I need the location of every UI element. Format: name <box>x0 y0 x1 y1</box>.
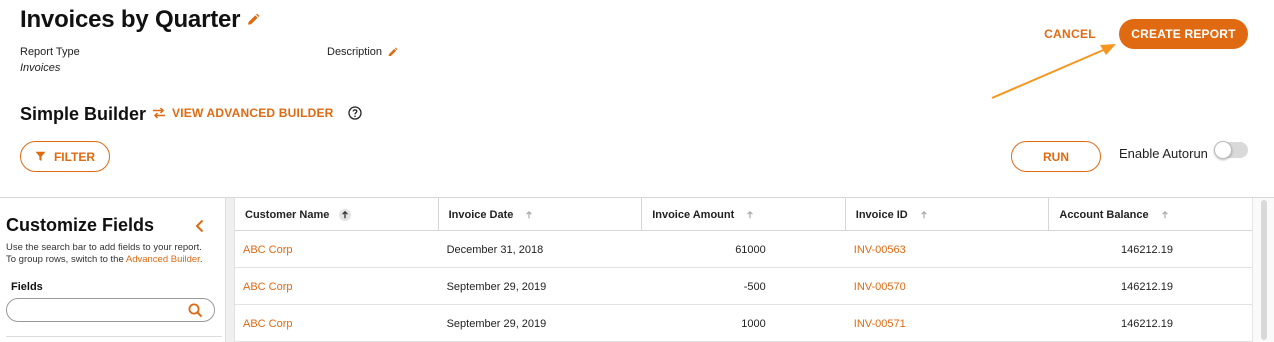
page-title: Invoices by Quarter <box>20 6 241 33</box>
help-text-line-1: Use the search bar to add fields to your… <box>6 242 202 253</box>
account-balance-cell: 146212.19 <box>1120 243 1173 256</box>
customer-name-link[interactable]: ABC Corp <box>235 268 439 305</box>
edit-title-pencil-icon[interactable] <box>246 13 260 27</box>
customize-fields-title: Customize Fields <box>6 215 155 235</box>
account-balance-cell: 146212.19 <box>1120 317 1173 330</box>
swap-arrows-icon <box>152 107 166 119</box>
sort-up-icon[interactable] <box>1159 209 1171 221</box>
column-header-label: Customer Name <box>245 208 330 221</box>
panel-gutter <box>226 198 234 342</box>
table-row: ABC Corp September 29, 2019 -500 INV-005… <box>235 268 1253 305</box>
report-table: Customer Name Invoice Date Invoice Amoun… <box>234 198 1253 342</box>
advanced-builder-link[interactable]: Advanced Builder <box>126 254 200 265</box>
account-balance-cell: 146212.19 <box>1120 280 1173 293</box>
annotation-arrow-icon <box>991 44 1116 99</box>
help-text-period: . <box>199 254 203 265</box>
funnel-icon <box>35 151 46 162</box>
fields-search-input[interactable] <box>17 302 177 318</box>
panel-bottom-divider <box>6 336 222 342</box>
filter-label: FILTER <box>53 149 96 164</box>
column-header-invoice-amount[interactable]: Invoice Amount <box>642 198 846 231</box>
toggle-knob <box>1214 141 1232 159</box>
help-text-line-2: To group rows, switch to the <box>6 254 126 265</box>
fields-label: Fields <box>11 281 43 293</box>
report-type-label: Report Type <box>20 46 80 58</box>
enable-autorun-label: Enable Autorun <box>1119 146 1208 161</box>
column-header-label: Invoice Amount <box>652 208 735 221</box>
column-header-invoice-date[interactable]: Invoice Date <box>439 198 643 231</box>
customize-fields-help: Use the search bar to add fields to your… <box>6 242 221 266</box>
enable-autorun-toggle[interactable] <box>1214 141 1248 159</box>
view-advanced-builder-link[interactable]: VIEW ADVANCED BUILDER <box>152 106 362 120</box>
column-header-invoice-id[interactable]: Invoice ID <box>846 198 1050 231</box>
invoice-id-link[interactable]: INV-00571 <box>846 305 1050 342</box>
sort-active-icon[interactable] <box>339 208 352 221</box>
description-label: Description <box>327 46 383 58</box>
search-icon[interactable] <box>188 303 203 318</box>
invoice-amount-cell: 1000 <box>741 317 766 330</box>
invoice-amount-cell: -500 <box>743 280 766 293</box>
customize-fields-panel: Customize Fields Use the search bar to a… <box>0 198 226 342</box>
report-type-value: Invoices <box>20 62 61 74</box>
help-question-icon[interactable] <box>347 106 362 120</box>
sort-up-icon[interactable] <box>523 209 535 221</box>
page-header: Invoices by Quarter <box>20 6 260 34</box>
table-row: ABC Corp September 29, 2019 1000 INV-005… <box>235 305 1253 342</box>
filter-button[interactable]: FILTER <box>20 141 110 172</box>
invoice-id-link[interactable]: INV-00563 <box>846 231 1050 268</box>
invoice-amount-cell: 61000 <box>735 243 766 256</box>
customer-name-link[interactable]: ABC Corp <box>235 231 439 268</box>
description-field[interactable]: Description <box>327 46 398 58</box>
table-scrollbar[interactable] <box>1252 198 1274 342</box>
scrollbar-thumb[interactable] <box>1261 200 1267 340</box>
table-row: ABC Corp December 31, 2018 61000 INV-005… <box>235 231 1253 268</box>
column-header-label: Account Balance <box>1059 208 1149 221</box>
create-report-button[interactable]: CREATE REPORT <box>1119 19 1248 49</box>
run-button[interactable]: RUN <box>1011 141 1101 172</box>
invoice-id-link[interactable]: INV-00570 <box>846 268 1050 305</box>
customer-name-link[interactable]: ABC Corp <box>235 305 439 342</box>
table-header: Customer Name Invoice Date Invoice Amoun… <box>235 198 1253 231</box>
edit-description-pencil-icon[interactable] <box>387 46 398 58</box>
chevron-left-icon[interactable] <box>193 218 207 234</box>
sort-up-icon[interactable] <box>744 209 756 221</box>
simple-builder-title: Simple Builder <box>20 104 147 124</box>
column-header-customer-name[interactable]: Customer Name <box>235 198 439 231</box>
invoice-date-cell: September 29, 2019 <box>446 317 547 330</box>
invoice-date-cell: September 29, 2019 <box>446 280 547 293</box>
column-header-label: Invoice Date <box>448 208 514 221</box>
column-header-account-balance[interactable]: Account Balance <box>1049 198 1253 231</box>
column-header-label: Invoice ID <box>855 208 908 221</box>
invoice-date-cell: December 31, 2018 <box>446 243 544 256</box>
fields-search-box[interactable] <box>6 298 215 322</box>
view-advanced-builder-label: VIEW ADVANCED BUILDER <box>172 106 334 120</box>
sort-up-icon[interactable] <box>918 209 930 221</box>
